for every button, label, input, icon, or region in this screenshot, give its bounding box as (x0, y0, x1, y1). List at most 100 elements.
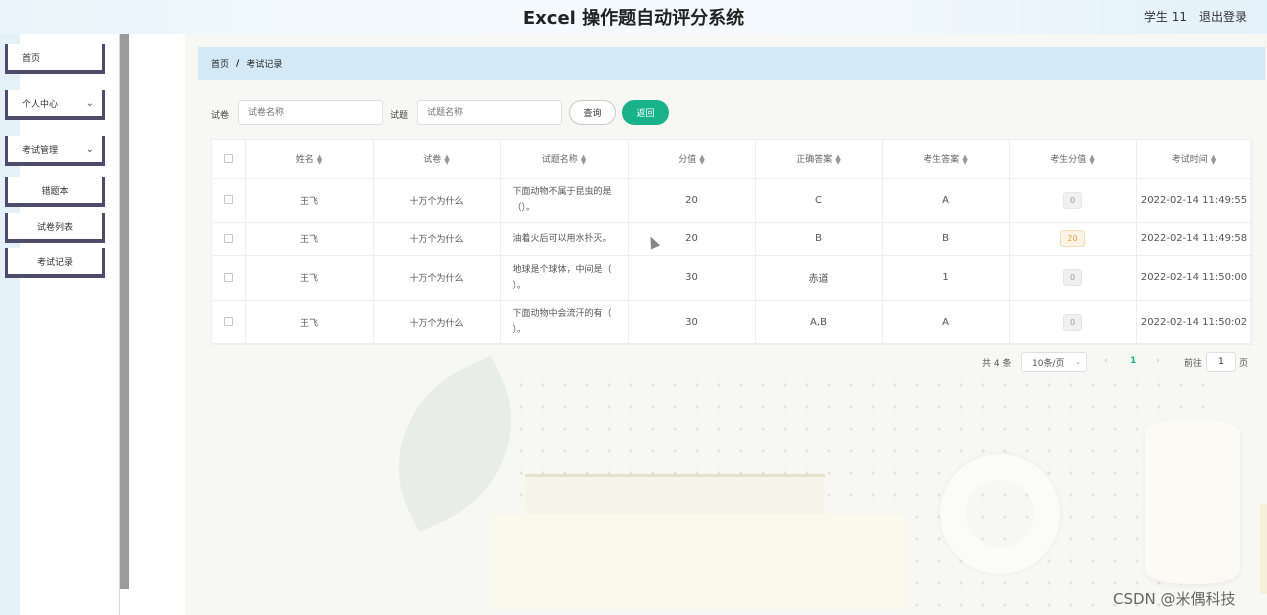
paper-search-input[interactable] (238, 100, 383, 125)
sort-icon[interactable]: ▲ ▼ (1089, 153, 1094, 165)
cell-exam-time: 2022-02-14 11:50:00 (1136, 255, 1253, 301)
sidebar-gap (129, 34, 185, 615)
table-row[interactable]: 王飞 十万个为什么 下面动物中会流汗的有（ ）。 30 A,B A 0 2022… (212, 300, 1253, 345)
cell-name: 王飞 (245, 222, 374, 256)
sort-icon[interactable]: ▲ ▼ (835, 153, 840, 165)
column-label: 考生分值 (1050, 155, 1087, 166)
page-size-select[interactable]: 10条/页 ⌄ (1021, 352, 1087, 372)
cell-paper: 十万个为什么 (373, 300, 501, 345)
prev-page-button[interactable]: ‹ (1104, 356, 1108, 376)
select-all-cell (212, 140, 246, 179)
column-label: 分值 (678, 155, 697, 166)
cell-question: 油着火后可以用水扑灭。 (500, 222, 629, 256)
question-search-input[interactable] (417, 100, 562, 125)
sidebar-item-personal-center[interactable]: 个人中心 ⌄ (5, 90, 105, 120)
row-select-cell (212, 300, 246, 345)
next-page-button[interactable]: › (1156, 356, 1160, 376)
column-header[interactable]: 试题名称 ▲ ▼ (500, 140, 629, 179)
column-header[interactable]: 姓名 ▲ ▼ (245, 140, 374, 179)
cell-student-answer: A (882, 300, 1010, 345)
table-header-row: 姓名 ▲ ▼ 试卷 ▲ ▼ 试题名称 ▲ ▼ 分值 ▲ ▼ 正确答案 ▲ ▼ 考生答案 ▲ ▼ 考生分值… (212, 140, 1253, 179)
row-select-cell (212, 255, 246, 301)
row-checkbox[interactable] (223, 233, 233, 243)
table-row[interactable]: 王飞 十万个为什么 地球是个球体，中间是（ ）。 30 赤道 1 0 2022-… (212, 255, 1253, 301)
score-tag: 0 (1062, 313, 1083, 331)
cell-score: 30 (628, 255, 756, 301)
cell-score: 20 (628, 178, 756, 223)
cell-student-answer: B (882, 222, 1010, 256)
row-select-cell (212, 222, 246, 256)
cell-paper: 十万个为什么 (373, 222, 501, 256)
query-button[interactable]: 查询 (569, 100, 616, 125)
paper-label: 试卷 (211, 111, 230, 121)
sidebar: 首页 个人中心 ⌄ 考试管理 ⌄ 错题本 试卷列表 考试记录 (0, 34, 120, 615)
sidebar-item-label: 考试管理 (22, 145, 59, 156)
sidebar-scrollbar-thumb[interactable] (120, 34, 129, 589)
user-name: 学生 11 (1143, 10, 1187, 24)
cell-exam-time: 2022-02-14 11:49:55 (1136, 178, 1253, 223)
sort-icon[interactable]: ▲ ▼ (1211, 153, 1216, 165)
box-decoration-right (1260, 504, 1267, 594)
cell-student-score: 0 (1009, 255, 1137, 301)
sort-icon[interactable]: ▲ ▼ (962, 153, 967, 165)
score-tag: 0 (1062, 191, 1083, 209)
table-row[interactable]: 王飞 十万个为什么 油着火后可以用水扑灭。 20 B B 20 2022-02-… (212, 222, 1253, 256)
sidebar-item-label: 错题本 (41, 186, 69, 197)
cell-exam-time: 2022-02-14 11:49:58 (1136, 222, 1253, 256)
column-header[interactable]: 考生答案 ▲ ▼ (882, 140, 1010, 179)
breadcrumb-home[interactable]: 首页 (211, 57, 229, 70)
column-label: 考试时间 (1171, 155, 1208, 166)
cell-name: 王飞 (245, 255, 374, 301)
column-header[interactable]: 考生分值 ▲ ▼ (1009, 140, 1137, 179)
cell-correct-answer: B (755, 222, 883, 256)
select-all-checkbox[interactable] (223, 153, 233, 163)
chevron-down-icon: ⌄ (85, 144, 94, 155)
sidebar-item-label: 个人中心 (22, 99, 59, 110)
box-decoration (490, 514, 905, 609)
column-label: 考生答案 (923, 155, 960, 166)
goto-label: 前往 (1184, 359, 1203, 369)
cell-student-score: 0 (1009, 178, 1137, 223)
cell-correct-answer: 赤道 (755, 255, 883, 301)
cell-student-score: 20 (1009, 222, 1137, 256)
cell-question: 地球是个球体，中间是（ ）。 (500, 255, 629, 301)
column-header[interactable]: 正确答案 ▲ ▼ (755, 140, 883, 179)
page-number-current[interactable]: 1 (1130, 356, 1136, 376)
cell-correct-answer: C (755, 178, 883, 223)
sidebar-item-wrong-questions[interactable]: 错题本 (5, 177, 105, 207)
score-tag: 20 (1060, 230, 1085, 247)
sort-icon[interactable]: ▲ ▼ (317, 153, 322, 165)
cell-exam-time: 2022-02-14 11:50:02 (1136, 300, 1253, 345)
chevron-down-icon: ⌄ (1075, 358, 1081, 366)
breadcrumb-current: 考试记录 (246, 60, 283, 70)
cell-student-answer: A (882, 178, 1010, 223)
column-header[interactable]: 考试时间 ▲ ▼ (1136, 140, 1253, 179)
watermark: CSDN @米偶科技 (1113, 590, 1236, 608)
back-button[interactable]: 返回 (622, 100, 669, 125)
breadcrumb-separator: / (236, 58, 240, 69)
sort-icon[interactable]: ▲ ▼ (581, 153, 586, 165)
cell-score: 30 (628, 300, 756, 345)
sidebar-item-home[interactable]: 首页 (5, 44, 105, 74)
page-unit-label: 页 (1239, 359, 1249, 369)
chevron-down-icon: ⌄ (85, 98, 94, 109)
column-header[interactable]: 试卷 ▲ ▼ (373, 140, 501, 179)
cell-student-score: 0 (1009, 300, 1137, 345)
cell-paper: 十万个为什么 (373, 178, 501, 223)
row-checkbox[interactable] (223, 195, 233, 204)
row-checkbox[interactable] (223, 272, 233, 282)
sort-icon[interactable]: ▲ ▼ (699, 153, 704, 165)
logout-link[interactable]: 退出登录 (1199, 8, 1247, 25)
row-checkbox[interactable] (223, 317, 233, 326)
sidebar-item-paper-list[interactable]: 试卷列表 (5, 213, 105, 243)
column-label: 姓名 (295, 155, 314, 166)
column-header[interactable]: 分值 ▲ ▼ (628, 140, 756, 179)
sidebar-item-exam-management[interactable]: 考试管理 ⌄ (5, 136, 105, 166)
cell-question: 下面动物中会流汗的有（ ）。 (500, 300, 629, 345)
sidebar-item-exam-records[interactable]: 考试记录 (5, 248, 105, 278)
cell-student-answer: 1 (882, 255, 1010, 301)
sort-icon[interactable]: ▲ ▼ (444, 153, 449, 165)
goto-page-input[interactable] (1206, 352, 1236, 372)
table-row[interactable]: 王飞 十万个为什么 下面动物不属于昆虫的是（）。 20 C A 0 2022-0… (212, 178, 1253, 223)
records-table: 姓名 ▲ ▼ 试卷 ▲ ▼ 试题名称 ▲ ▼ 分值 ▲ ▼ 正确答案 ▲ ▼ 考生答案 ▲ ▼ 考生分值… (211, 139, 1253, 345)
